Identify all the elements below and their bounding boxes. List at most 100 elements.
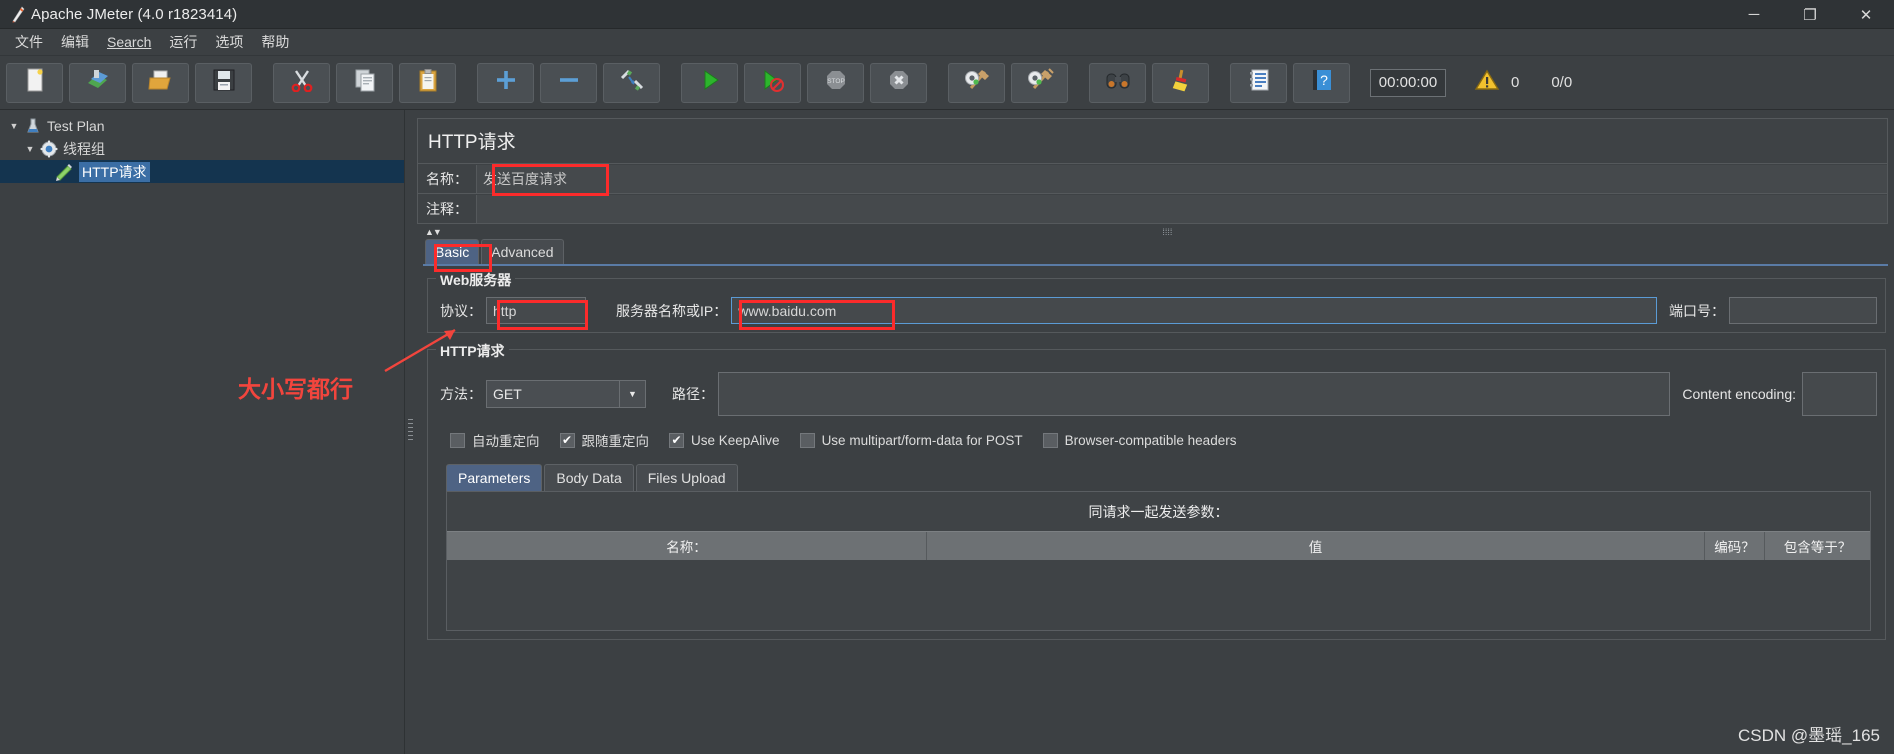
help-book-icon: ? [1310,68,1334,97]
chevron-down-icon[interactable]: ▼ [619,381,645,407]
checkbox-follow-redirect-label: 跟随重定向 [581,434,650,449]
open-button[interactable] [132,62,189,103]
method-value: GET [493,386,522,402]
checkbox-checked-icon[interactable]: ✔ [559,432,575,448]
tree-node-http-request[interactable]: HTTP请求 [0,160,404,183]
expand-arrow-icon[interactable]: ▼ [6,121,22,131]
clear-button[interactable] [948,62,1005,103]
page-title: HTTP请求 [428,132,516,153]
help-button[interactable]: ? [1293,62,1350,103]
warning-indicator[interactable]: 0 [1474,68,1519,97]
menu-search[interactable]: Search [98,32,160,52]
tab-parameters[interactable]: Parameters [446,464,543,491]
tab-body-data[interactable]: Body Data [544,464,634,491]
test-plan-tree[interactable]: ▼ Test Plan ▼ 线程组 HTTP请求 大小写都行 [0,110,405,754]
collapse-all-button[interactable] [540,62,597,103]
method-select[interactable]: GET ▼ [486,380,646,408]
column-header-encode[interactable]: 编码？ [1705,532,1765,560]
reset-search-button[interactable] [1152,62,1209,103]
web-server-legend: Web服务器 [436,270,516,290]
checkbox-multipart[interactable]: Use multipart/form-data for POST [799,432,1023,448]
toggle-button[interactable] [603,62,660,103]
cut-button[interactable] [273,62,330,103]
copy-button[interactable] [336,62,393,103]
clear-all-button[interactable] [1011,62,1068,103]
drag-handle-icon[interactable]: ⁞⁞⁞⁞ [441,227,1894,237]
clipboard-icon [416,68,440,97]
toggle-pencil-icon [619,68,645,97]
templates-button[interactable] [69,62,126,103]
annotation-note: 大小写都行 [238,376,353,402]
expand-all-button[interactable] [477,62,534,103]
splitter-grip-icon [408,417,414,447]
content-encoding-label: Content encoding: [1682,386,1796,402]
comment-label: 注释： [426,200,468,217]
collapse-up-icon[interactable]: ▲ [425,227,434,237]
basic-advanced-tabstrip: Basic Advanced [417,239,1894,264]
checkbox-box-icon-2[interactable] [799,432,815,448]
checkbox-checked-icon-2[interactable]: ✔ [669,432,684,448]
svg-text:?: ? [1320,72,1328,88]
menu-options[interactable]: 选项 [206,30,252,54]
tab-advanced[interactable]: Advanced [481,239,564,264]
checkbox-box-icon[interactable] [450,432,465,448]
minimize-button[interactable]: ─ [1726,0,1782,29]
column-header-name[interactable]: 名称： [447,532,927,560]
parameters-table-body[interactable] [447,560,1870,630]
protocol-input[interactable]: http [486,297,586,324]
path-label: 路径： [672,386,714,402]
menu-edit[interactable]: 编辑 [52,30,98,54]
new-document-icon [24,67,46,98]
tree-label-http-request: HTTP请求 [79,161,150,182]
tab-basic[interactable]: Basic [425,239,480,264]
window-title: Apache JMeter (4.0 r1823414) [31,5,238,23]
tree-node-test-plan[interactable]: ▼ Test Plan [0,114,404,137]
search-button[interactable] [1089,62,1146,103]
checkbox-box-icon-3[interactable] [1042,432,1058,448]
expand-arrow-icon-2[interactable]: ▼ [22,144,38,154]
column-header-include-equals[interactable]: 包含等于？ [1765,532,1870,560]
server-input[interactable]: www.baidu.com [731,297,1657,324]
comment-input[interactable] [476,194,1887,223]
elapsed-timer: 00:00:00 [1370,68,1446,97]
port-label: 端口号： [1669,302,1725,319]
new-test-plan-button[interactable] [6,62,63,103]
menu-help[interactable]: 帮助 [252,30,298,54]
method-label: 方法： [440,386,482,402]
checkbox-auto-redirect[interactable]: 自动重定向 [450,430,540,450]
stop-button[interactable]: STOP [807,62,864,103]
copy-icon [353,68,377,97]
close-button[interactable]: ✕ [1838,0,1894,29]
paste-button[interactable] [399,62,456,103]
menu-search-label: Search [107,34,152,50]
save-button[interactable] [195,62,252,103]
tree-node-thread-group[interactable]: ▼ 线程组 [0,137,404,160]
checkbox-browser-headers[interactable]: Browser-compatible headers [1042,432,1236,448]
start-button[interactable] [681,62,738,103]
column-header-value[interactable]: 值 [927,532,1705,560]
function-helper-button[interactable] [1230,62,1287,103]
checkbox-multipart-label: Use multipart/form-data for POST [821,432,1023,448]
content-encoding-input[interactable] [1802,372,1877,416]
panel-collapse-controls[interactable]: ▲ ▼ ⁞⁞⁞⁞ [417,224,1894,239]
http-request-group: HTTP请求 方法： GET ▼ 路径： Content encoding: 自… [427,341,1886,640]
tree-label-thread-group: 线程组 [63,140,105,157]
menu-file[interactable]: 文件 [6,30,52,54]
checkbox-keepalive[interactable]: ✔ Use KeepAlive [669,432,780,448]
shutdown-button[interactable] [870,62,927,103]
window-titlebar: Apache JMeter (4.0 r1823414) ─ ❐ ✕ [0,0,1894,29]
warning-count: 0 [1511,74,1520,91]
start-no-pauses-button[interactable] [744,62,801,103]
collapse-down-icon[interactable]: ▼ [433,227,442,237]
port-input[interactable] [1729,297,1877,324]
sampler-editor-pane: HTTP请求 名称： 发送百度请求 注释： ▲ ▼ ⁞⁞⁞⁞ Basic Adva… [417,110,1894,754]
pane-splitter[interactable] [405,110,417,754]
name-input[interactable]: 发送百度请求 [476,164,1887,193]
path-input[interactable] [718,372,1671,416]
window-controls: ─ ❐ ✕ [1726,0,1894,29]
checkbox-follow-redirect[interactable]: ✔ 跟随重定向 [559,430,650,450]
menu-run[interactable]: 运行 [160,30,206,54]
maximize-button[interactable]: ❐ [1782,0,1838,29]
tab-files-upload[interactable]: Files Upload [635,464,738,491]
name-field-row: 名称： 发送百度请求 [418,163,1887,193]
